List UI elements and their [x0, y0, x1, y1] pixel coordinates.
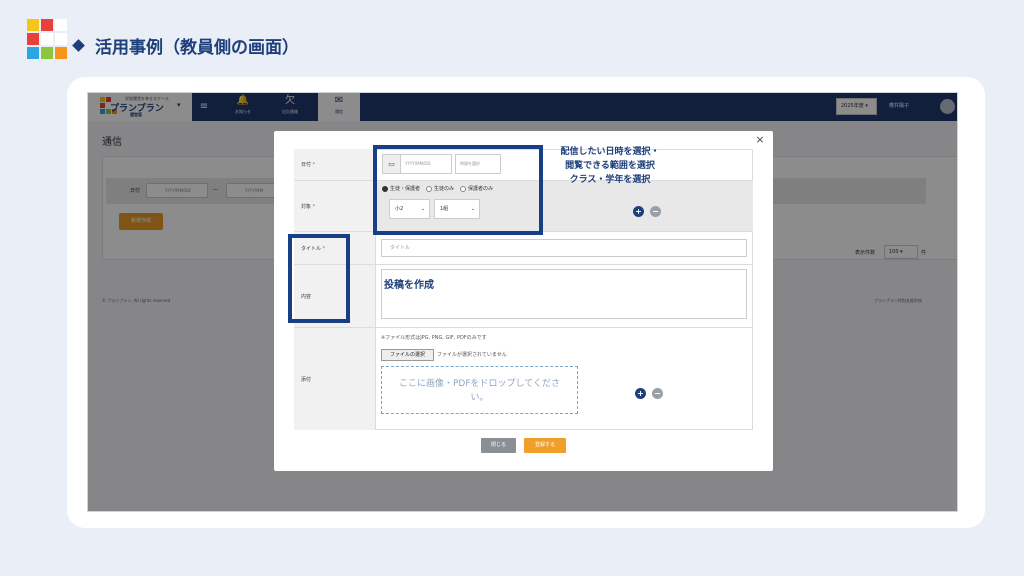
content-text: 投稿を作成	[384, 280, 434, 291]
submit-button[interactable]: 登録する	[524, 438, 566, 453]
slide-title: 活用事例（教員側の画面）	[72, 33, 299, 58]
close-button[interactable]: 閉じる	[481, 438, 516, 453]
highlight-date-target	[373, 145, 543, 235]
annotation-line: 閲覧できる範囲を選択	[565, 161, 655, 171]
slide-title-text: 活用事例（教員側の画面）	[95, 38, 299, 58]
remove-target-minus-icon[interactable]: −	[650, 206, 661, 217]
file-select-button[interactable]: ファイルの選択	[381, 349, 434, 361]
annotation-line: 配信したい日時を選択・	[560, 147, 660, 157]
file-dropzone[interactable]: ここに画像・PDFをドロップしてください。	[381, 366, 578, 414]
title-input[interactable]: タイトル	[381, 239, 747, 257]
file-format-note: ※ファイル形式はJPG, PNG, GIF, PDFのみです	[381, 335, 487, 341]
close-icon[interactable]: ×	[754, 134, 766, 146]
content-textarea[interactable]	[381, 269, 747, 319]
annotation-text: 配信したい日時を選択・ 閲覧できる範囲を選択 クラス・学年を選択	[545, 145, 675, 187]
annotation-line: クラス・学年を選択	[569, 175, 651, 185]
slide-logo	[27, 19, 69, 61]
label-attach: 添付	[301, 377, 312, 383]
remove-file-minus-icon[interactable]: −	[652, 388, 663, 399]
add-file-plus-icon[interactable]: +	[635, 388, 646, 399]
add-target-plus-icon[interactable]: +	[633, 206, 644, 217]
diamond-icon	[72, 39, 85, 52]
label-date: 日付 *	[301, 162, 316, 168]
row-divider	[294, 327, 753, 328]
file-status: ファイルが選択されていません	[437, 352, 507, 358]
label-target: 対象 *	[301, 204, 316, 210]
row-divider	[294, 264, 753, 265]
highlight-title-content	[288, 234, 350, 323]
